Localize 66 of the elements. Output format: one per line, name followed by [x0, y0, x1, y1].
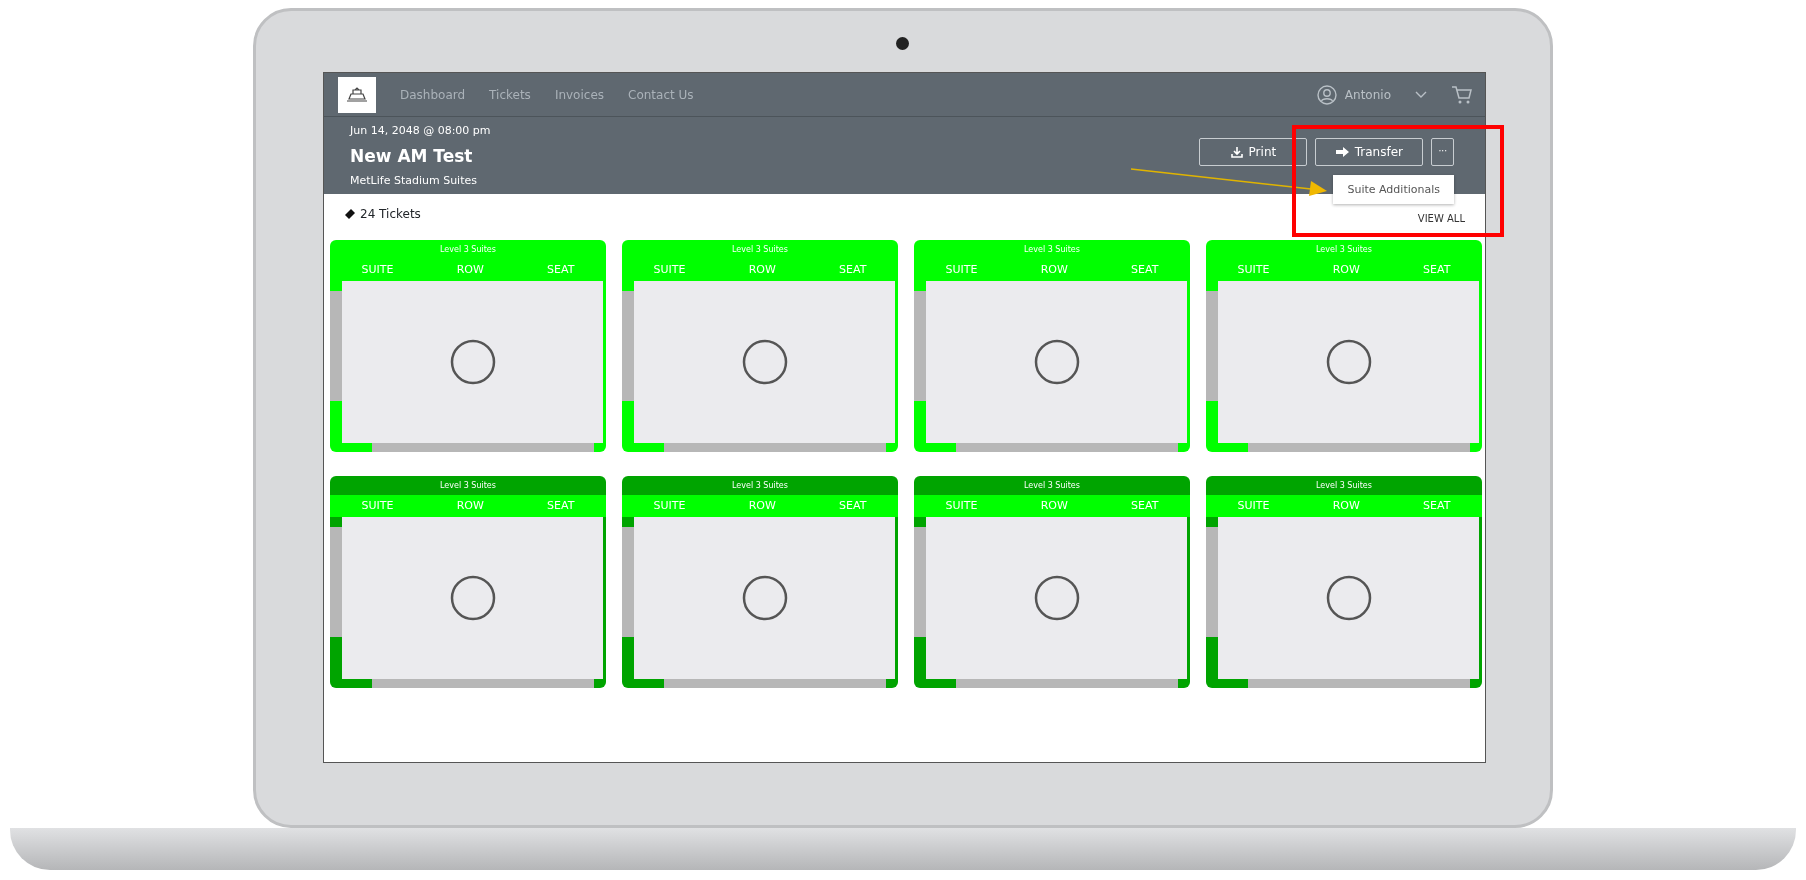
ticket-label: SEAT	[1131, 497, 1159, 514]
ticket-title: Level 3 Suites	[732, 245, 788, 254]
loading-circle-icon	[1325, 339, 1372, 385]
cart-icon[interactable]	[1451, 84, 1473, 105]
ticket-card[interactable]: Level 3 Suites SUITE ROW SEAT	[914, 476, 1190, 688]
ticket-title: Level 3 Suites	[1024, 245, 1080, 254]
loading-circle-icon	[449, 339, 496, 385]
ticket-label: ROW	[1332, 261, 1360, 278]
event-venue: MetLife Stadium Suites	[350, 173, 478, 189]
ticket-count: 24 Tickets	[360, 206, 421, 223]
loading-circle-icon	[449, 575, 496, 621]
ticket-label: SEAT	[1423, 497, 1451, 514]
ticket-label: SEAT	[1131, 261, 1159, 278]
camera-icon	[896, 37, 909, 50]
ticket-label: ROW	[456, 497, 484, 514]
ticket-label: SEAT	[839, 497, 867, 514]
ticket-label: ROW	[456, 261, 484, 278]
event-date: Jun 14, 2048 @ 08:00 pm	[350, 123, 491, 139]
download-icon	[1230, 146, 1243, 158]
logo[interactable]	[338, 76, 376, 113]
nav-link[interactable]: Tickets	[489, 85, 531, 104]
arrow-right-icon	[1335, 147, 1349, 157]
loading-circle-icon	[1033, 575, 1080, 621]
ticket-label: SUITE	[1237, 497, 1270, 514]
ticket-label: ROW	[748, 497, 776, 514]
user-icon[interactable]	[1316, 84, 1337, 105]
ticket-label: SUITE	[361, 261, 394, 278]
ticket-card[interactable]: Level 3 Suites SUITE ROW SEAT	[1206, 476, 1482, 688]
ticket-title: Level 3 Suites	[732, 481, 788, 490]
ticket-label: SEAT	[547, 497, 575, 514]
transfer-button[interactable]: Transfer	[1315, 138, 1424, 166]
ticket-label: SUITE	[945, 261, 978, 278]
ticket-label: ROW	[748, 261, 776, 278]
ticket-label: SUITE	[1237, 261, 1270, 278]
ticket-label: SEAT	[839, 261, 867, 278]
event-title: New AM Test	[350, 144, 474, 168]
ticket-label: SUITE	[945, 497, 978, 514]
nav-link[interactable]: Invoices	[554, 85, 605, 104]
more-button[interactable]: ···	[1431, 138, 1454, 166]
ticket-label: SUITE	[653, 497, 686, 514]
ticket-label: SEAT	[1423, 261, 1451, 278]
ticket-label: SUITE	[653, 261, 686, 278]
loading-circle-icon	[1325, 575, 1372, 621]
ticket-title: Level 3 Suites	[440, 481, 496, 490]
ticket-label: ROW	[1040, 261, 1068, 278]
ticket-title: Level 3 Suites	[440, 245, 496, 254]
ticket-label: ROW	[1040, 497, 1068, 514]
dropdown-menu-item[interactable]: Suite Additionals	[1333, 175, 1454, 205]
chevron-down-icon[interactable]	[1415, 90, 1427, 99]
ticket-title: Level 3 Suites	[1316, 245, 1372, 254]
ticket-label: ROW	[1332, 497, 1360, 514]
ticket-label: SEAT	[547, 261, 575, 278]
loading-circle-icon	[1033, 339, 1080, 385]
ticket-icon	[344, 208, 356, 220]
ticket-label: SUITE	[361, 497, 394, 514]
ticket-card[interactable]: Level 3 Suites SUITE ROW SEAT	[622, 476, 898, 688]
view-all-link[interactable]: VIEW ALL	[1417, 213, 1465, 224]
ticket-card[interactable]: Level 3 Suites SUITE ROW SEAT	[330, 476, 606, 688]
loading-circle-icon	[741, 339, 788, 385]
print-button[interactable]: Print	[1199, 138, 1308, 166]
user-name[interactable]: Antonio	[1344, 85, 1391, 104]
ticket-title: Level 3 Suites	[1316, 481, 1372, 490]
ticket-title: Level 3 Suites	[1024, 481, 1080, 490]
nav-link[interactable]: Dashboard	[400, 85, 466, 104]
loading-circle-icon	[741, 575, 788, 621]
nav-link[interactable]: Contact Us	[628, 85, 694, 104]
